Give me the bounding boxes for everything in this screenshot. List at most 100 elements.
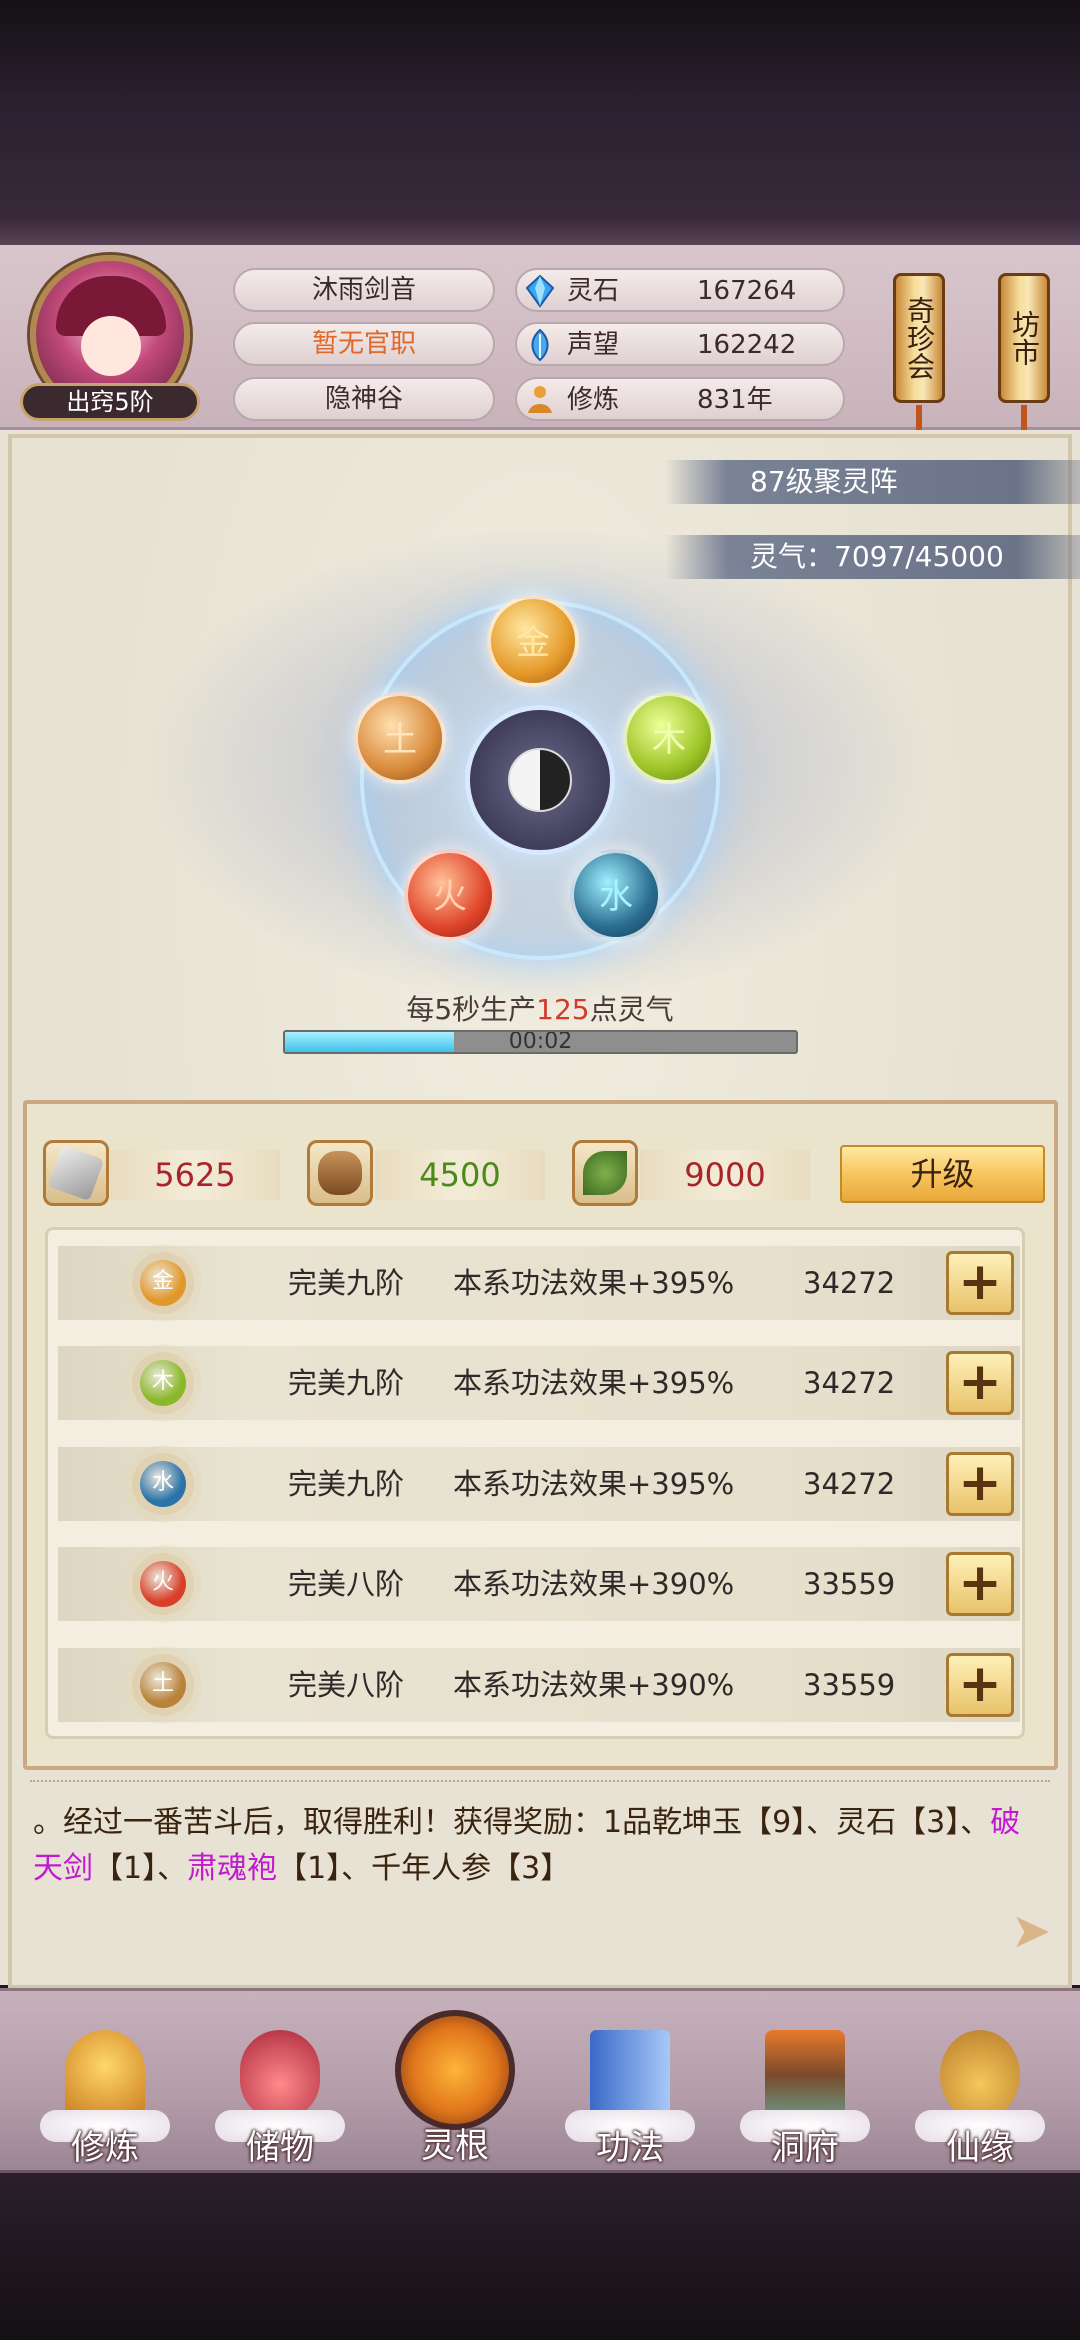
- nav-label: 储物: [246, 2128, 314, 2168]
- nav-cave-house[interactable]: 洞府: [730, 2015, 880, 2170]
- nav-cultivate[interactable]: 修炼: [30, 2015, 180, 2170]
- fire-element-icon: 火: [140, 1561, 186, 1607]
- official-title[interactable]: 暂无官职: [233, 322, 495, 366]
- root-row-water: 水 完美九阶 本系功法效果+395% 34272 +: [58, 1447, 1020, 1521]
- meditation-icon: [528, 386, 552, 413]
- root-value: 34272: [803, 1366, 896, 1400]
- production-text: 每5秒生产125点灵气: [0, 988, 1080, 1028]
- nav-technique[interactable]: 功法: [555, 2015, 705, 2170]
- root-grade: 完美八阶: [288, 1668, 405, 1702]
- root-effect: 本系功法效果+395%: [453, 1266, 735, 1300]
- storage-bag-icon: [240, 2030, 320, 2120]
- root-effect: 本系功法效果+395%: [453, 1366, 735, 1400]
- root-effect: 本系功法效果+395%: [453, 1467, 735, 1501]
- cultivate-icon: [65, 2030, 145, 2120]
- root-value: 33559: [803, 1567, 896, 1601]
- log-text: 【1】、千年人参【3】: [277, 1851, 571, 1886]
- log-text: 【1】、: [93, 1851, 188, 1886]
- nav-label: 修炼: [71, 2128, 139, 2168]
- herb-glyph: [583, 1151, 627, 1195]
- rank-badge: 出窍5阶: [20, 383, 200, 421]
- production-suffix: 点灵气: [589, 993, 674, 1026]
- nav-spirit-root[interactable]: 灵根: [380, 2000, 530, 2166]
- nav-immortal-fate[interactable]: 仙缘: [905, 2015, 1055, 2170]
- root-row-gold: 金 完美九阶 本系功法效果+395% 34272 +: [58, 1246, 1020, 1320]
- resource-spirit-stone: 灵石 167264: [515, 268, 845, 312]
- gold-element-icon: 金: [140, 1260, 186, 1306]
- production-progress-bar: 00:02: [283, 1030, 798, 1054]
- blue-feather-icon: [531, 328, 549, 362]
- resource-value: 162242: [697, 330, 797, 360]
- add-button[interactable]: +: [946, 1251, 1014, 1315]
- nav-storage[interactable]: 储物: [205, 2015, 355, 2170]
- element-orb-fire[interactable]: 火: [404, 849, 496, 941]
- root-value: 33559: [803, 1668, 896, 1702]
- production-prefix: 每5秒生产: [406, 993, 537, 1026]
- immortal-gourd-icon: [940, 2030, 1020, 2120]
- log-expand-arrow-icon[interactable]: ➤: [1005, 1905, 1057, 1957]
- top-status-area: [0, 0, 1080, 245]
- cost-wood-value: 4500: [375, 1150, 545, 1200]
- bottom-system-area: [0, 2173, 1080, 2340]
- wood-glyph: [318, 1151, 362, 1195]
- root-effect: 本系功法效果+390%: [453, 1668, 735, 1702]
- nav-label: 洞府: [771, 2128, 839, 2168]
- root-grade: 完美九阶: [288, 1366, 405, 1400]
- ore-glyph: [47, 1144, 105, 1202]
- element-orb-wood[interactable]: 木: [623, 692, 715, 784]
- player-name: 沐雨剑音: [233, 268, 495, 312]
- log-item-robe[interactable]: 肃魂袍: [187, 1851, 277, 1886]
- root-grade: 完美八阶: [288, 1567, 405, 1601]
- market-button[interactable]: 坊市: [998, 273, 1050, 403]
- water-element-icon: 水: [140, 1461, 186, 1507]
- resource-cultivation: 修炼 831年: [515, 377, 845, 421]
- nav-label: 功法: [596, 2128, 664, 2168]
- root-grade: 完美九阶: [288, 1467, 405, 1501]
- element-orb-water[interactable]: 水: [570, 849, 662, 941]
- nav-label: 灵根: [421, 2126, 489, 2166]
- yin-yang-icon: [508, 748, 572, 812]
- cost-herb-value: 9000: [640, 1150, 810, 1200]
- blue-crystal-icon: [525, 274, 555, 308]
- resource-label: 声望: [567, 330, 620, 360]
- add-button[interactable]: +: [946, 1452, 1014, 1516]
- root-row-earth: 土 完美八阶 本系功法效果+390% 33559 +: [58, 1648, 1020, 1722]
- ore-icon: [43, 1140, 109, 1206]
- array-level-banner: 87级聚灵阵: [665, 460, 1080, 504]
- add-button[interactable]: +: [946, 1351, 1014, 1415]
- earth-element-icon: 土: [140, 1662, 186, 1708]
- add-button[interactable]: +: [946, 1552, 1014, 1616]
- wood-logs-icon: [307, 1140, 373, 1206]
- taiji-center[interactable]: [465, 705, 615, 855]
- avatar-face: [81, 316, 141, 376]
- root-value: 34272: [803, 1467, 896, 1501]
- resource-label: 灵石: [567, 276, 620, 306]
- cave-house-icon: [765, 2030, 845, 2120]
- upgrade-button[interactable]: 升级: [840, 1145, 1045, 1203]
- nav-label: 仙缘: [946, 2128, 1014, 2168]
- element-orb-earth[interactable]: 土: [354, 692, 446, 784]
- technique-book-icon: [590, 2030, 670, 2120]
- resource-value: 831年: [697, 385, 773, 415]
- production-rate: 125: [536, 993, 590, 1026]
- log-text: 。经过一番苦斗后，取得胜利！获得奖励：1品乾坤玉【9】、灵石【3】、: [33, 1805, 991, 1840]
- battle-log: 。经过一番苦斗后，取得胜利！获得奖励：1品乾坤玉【9】、灵石【3】、破天剑【1】…: [33, 1800, 1043, 1892]
- log-divider: [30, 1780, 1050, 1792]
- root-row-wood: 木 完美九阶 本系功法效果+395% 34272 +: [58, 1346, 1020, 1420]
- cost-ore-value: 5625: [110, 1150, 280, 1200]
- root-row-fire: 火 完美八阶 本系功法效果+390% 33559 +: [58, 1547, 1020, 1621]
- resource-label: 修炼: [567, 385, 620, 415]
- sect-name[interactable]: 隐神谷: [233, 377, 495, 421]
- production-timer: 00:02: [508, 1030, 573, 1054]
- spirit-root-icon: [395, 2010, 515, 2130]
- resource-value: 167264: [697, 276, 797, 306]
- resource-reputation: 声望 162242: [515, 322, 845, 366]
- add-button[interactable]: +: [946, 1653, 1014, 1717]
- wood-element-icon: 木: [140, 1360, 186, 1406]
- root-value: 34272: [803, 1266, 896, 1300]
- root-effect: 本系功法效果+390%: [453, 1567, 735, 1601]
- herb-icon: [572, 1140, 638, 1206]
- element-orb-gold[interactable]: 金: [487, 595, 579, 687]
- treasure-shop-button[interactable]: 奇珍会: [893, 273, 945, 403]
- root-grade: 完美九阶: [288, 1266, 405, 1300]
